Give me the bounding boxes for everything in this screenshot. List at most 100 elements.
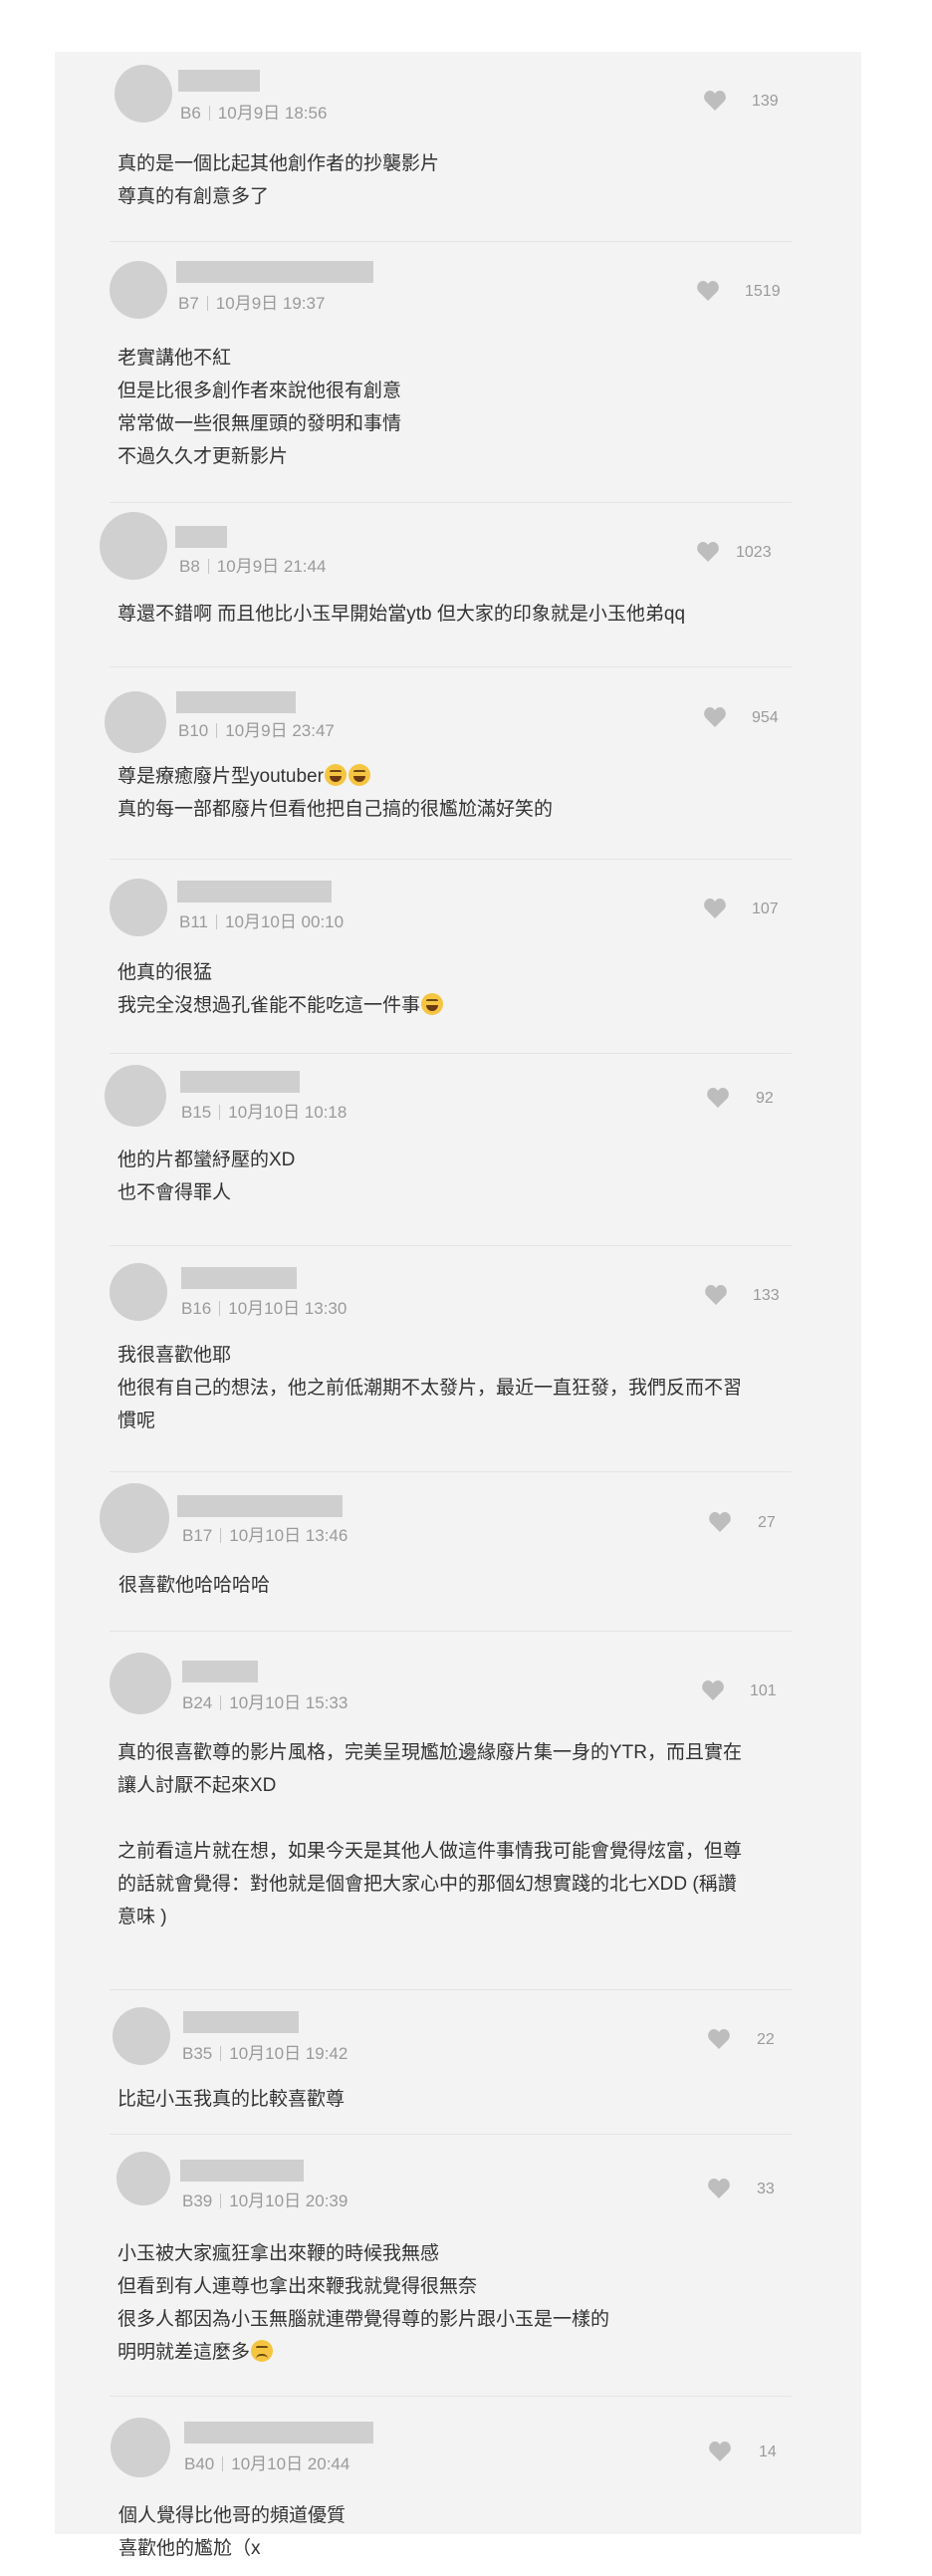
heart-icon[interactable] [703,90,727,112]
floor-number: B10 [178,721,209,740]
comment-item: B35 10月10日 19:42 22 比起小玉我真的比較喜歡尊 [55,1989,861,2134]
like-count: 954 [752,709,779,726]
comment-meta: B40 10月10日 20:44 [184,2449,350,2474]
username-placeholder[interactable] [175,526,227,548]
comment-list: B6 10月9日 18:56 139 真的是一個比起其他創作者的抄襲影片 尊真的有… [55,52,861,2559]
username-placeholder[interactable] [176,691,296,713]
floor-number: B11 [179,912,208,931]
comment-meta: B15 10月10日 10:18 [181,1098,347,1123]
heart-icon[interactable] [696,541,720,563]
avatar[interactable] [111,2418,170,2477]
comment-meta: B6 10月9日 18:56 [180,99,327,124]
divider [110,666,792,667]
comment-body: 他的片都蠻紓壓的XD 也不會得罪人 [117,1150,296,1203]
sad-emoji-icon [251,2340,274,2362]
floor-number: B7 [178,294,199,313]
heart-icon[interactable] [706,1087,730,1109]
floor-number: B40 [184,2454,215,2473]
username-placeholder[interactable] [180,1071,300,1093]
comment-body: 個人覺得比他哥的頻道優質 喜歡他的尷尬（x [118,2505,347,2559]
divider [110,2134,792,2135]
heart-icon[interactable] [701,1679,725,1701]
floor-number: B8 [179,557,200,576]
comment-date: 10月10日 13:30 [228,1299,348,1318]
divider [110,1471,792,1472]
like-count: 139 [752,93,779,110]
avatar[interactable] [110,879,167,936]
like-count: 22 [757,2031,775,2048]
comment-meta: B39 10月10日 20:39 [182,2187,348,2211]
avatar[interactable] [113,2007,170,2065]
avatar[interactable] [105,1065,166,1127]
comment-meta: B10 10月9日 23:47 [178,716,335,741]
comment-date: 10月10日 20:44 [231,2454,350,2473]
floor-number: B6 [180,104,201,123]
like-count: 92 [756,1090,774,1107]
username-placeholder[interactable] [182,1661,258,1682]
comment-date: 10月9日 23:47 [225,721,335,740]
heart-icon[interactable] [707,2028,731,2050]
comment-meta: B7 10月9日 19:37 [178,289,325,314]
comment-date: 10月10日 19:42 [229,2044,349,2063]
username-placeholder[interactable] [177,881,332,902]
like-count: 133 [753,1287,780,1304]
comment-date: 10月9日 18:56 [217,104,328,123]
avatar[interactable] [100,512,167,580]
floor-number: B16 [181,1299,212,1318]
like-count: 107 [752,901,779,917]
comment-meta: B11 10月10日 00:10 [179,907,344,932]
comment-item: B10 10月9日 23:47 954 尊是療癒廢片型youtuber 真的每一部… [55,666,861,859]
comment-body: 尊是療癒廢片型youtuber 真的每一部都廢片但看他把自己搞的很尷尬滿好笑的 [117,764,554,820]
heart-icon[interactable] [707,2178,731,2199]
divider [110,502,792,503]
avatar[interactable] [110,1653,171,1714]
comment-item: B17 10月10日 13:46 27 很喜歡他哈哈哈哈 [55,1471,861,1631]
avatar[interactable] [100,1483,169,1553]
comment-body: 真的是一個比起其他創作者的抄襲影片 尊真的有創意多了 [117,153,440,207]
floor-number: B39 [182,2191,213,2210]
laughing-emoji-icon [421,993,444,1015]
comment-body: 很喜歡他哈哈哈哈 [118,1575,271,1596]
avatar[interactable] [110,261,167,319]
username-placeholder[interactable] [184,2422,373,2444]
username-placeholder[interactable] [177,1495,343,1517]
heart-icon[interactable] [696,280,720,302]
comment-date: 10月9日 19:37 [215,294,326,313]
comment-meta: B17 10月10日 13:46 [182,1521,348,1546]
avatar[interactable] [105,691,166,753]
comment-date: 10月10日 13:46 [229,1526,349,1545]
like-count: 1519 [745,283,781,300]
comment-item: B16 10月10日 13:30 133 我很喜歡他耶 他很有自己的想法，他之前低… [55,1245,861,1471]
username-placeholder[interactable] [181,1267,297,1289]
floor-number: B17 [182,1526,213,1545]
heart-icon[interactable] [703,898,727,919]
heart-icon[interactable] [704,1284,728,1306]
avatar[interactable] [110,1263,167,1321]
heart-icon[interactable] [703,706,727,728]
username-placeholder[interactable] [183,2011,299,2033]
comment-meta: B16 10月10日 13:30 [181,1294,347,1319]
avatar[interactable] [116,2152,170,2205]
floor-number: B15 [181,1103,212,1122]
heart-icon[interactable] [708,2441,732,2462]
username-placeholder[interactable] [178,70,260,92]
comment-body: 比起小玉我真的比較喜歡尊 [117,2089,346,2110]
comment-meta: B35 10月10日 19:42 [182,2039,348,2064]
comment-body: 小玉被大家瘋狂拿出來鞭的時候我無感 但看到有人連尊也拿出來鞭我就覺得很無奈 很多… [117,2243,610,2363]
divider [110,241,792,242]
username-placeholder[interactable] [180,2160,304,2182]
comment-item: B6 10月9日 18:56 139 真的是一個比起其他創作者的抄襲影片 尊真的有… [55,52,861,241]
divider [110,1053,792,1054]
like-count: 14 [759,2444,777,2460]
comment-body: 他真的很猛 我完全沒想過孔雀能不能吃這一件事 [117,956,805,1022]
like-count: 1023 [736,544,772,561]
comment-item: B11 10月10日 00:10 107 他真的很猛 我完全沒想過孔雀能不能吃這一… [55,859,861,1053]
comment-body: 我很喜歡他耶 他很有自己的想法，他之前低潮期不太發片，最近一直狂發，我們反而不習… [117,1345,743,1431]
heart-icon[interactable] [708,1511,732,1533]
comment-body: 老實講他不紅 但是比很多創作者來說他很有創意 常常做一些很無厘頭的發明和事情 不… [117,348,402,467]
laughing-emoji-icon [324,764,347,786]
avatar[interactable] [115,65,172,123]
username-placeholder[interactable] [176,261,373,283]
divider [110,1245,792,1246]
like-count: 101 [750,1682,777,1699]
